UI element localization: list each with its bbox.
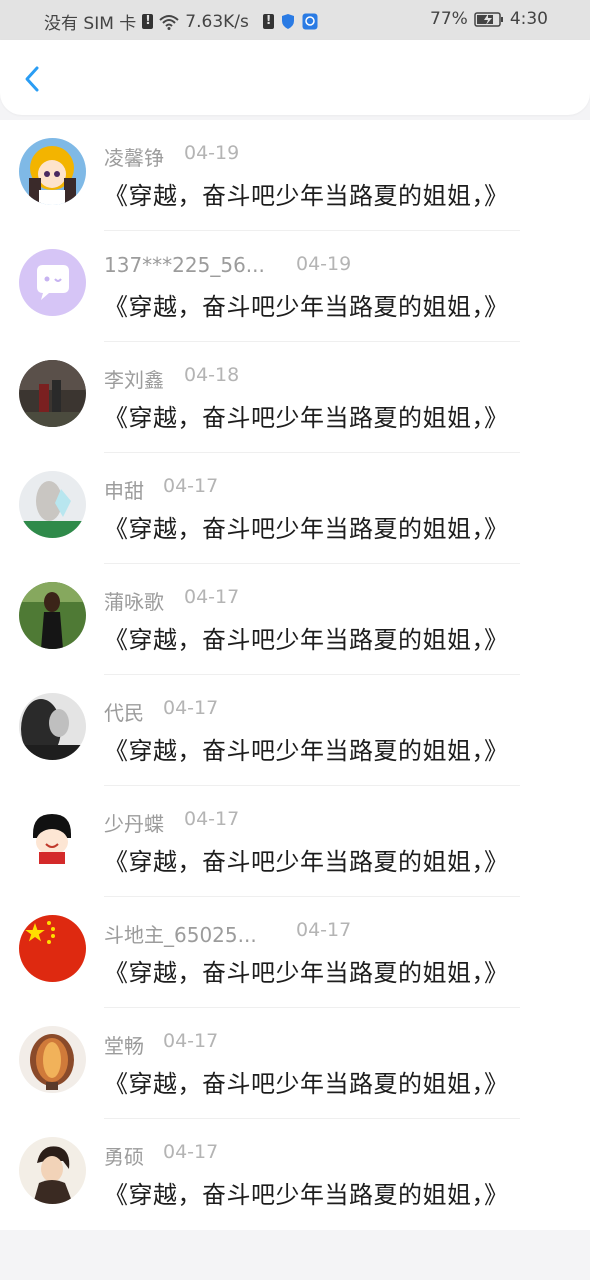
comment-date: 04-17	[184, 586, 240, 608]
avatar[interactable]	[19, 249, 86, 316]
commenter-name[interactable]: 蒲咏歌	[104, 586, 164, 615]
comment-date: 04-17	[163, 1030, 219, 1052]
comment-date: 04-17	[163, 697, 219, 719]
comment-text: 《穿越，奋斗吧少年当路夏的姐姐，》	[104, 626, 509, 654]
comment-list: 凌馨铮 04-19 《穿越，奋斗吧少年当路夏的姐姐，》 137***225_56…	[0, 120, 590, 1230]
commenter-name[interactable]: 申甜	[104, 475, 144, 504]
avatar[interactable]	[19, 138, 86, 205]
wifi-icon	[159, 14, 179, 30]
list-item[interactable]: 凌馨铮 04-19 《穿越，奋斗吧少年当路夏的姐姐，》	[0, 120, 590, 231]
comment-date: 04-19	[184, 142, 240, 164]
comment-date: 04-18	[184, 364, 240, 386]
photo-avatar-icon	[19, 693, 86, 760]
avatar[interactable]	[19, 582, 86, 649]
avatar[interactable]	[19, 1026, 86, 1093]
comment-text: 《穿越，奋斗吧少年当路夏的姐姐，》	[104, 515, 509, 543]
carrier-label: 没有 SIM 卡	[44, 14, 137, 34]
commenter-name[interactable]: 斗地主_65025...	[104, 919, 257, 948]
photo-avatar-icon	[19, 1026, 86, 1093]
list-item[interactable]: 李刘鑫 04-18 《穿越，奋斗吧少年当路夏的姐姐，》	[0, 342, 590, 453]
photo-avatar-icon	[19, 1137, 86, 1204]
comment-text: 《穿越，奋斗吧少年当路夏的姐姐，》	[104, 404, 509, 432]
cartoon-girl-avatar-icon	[19, 138, 86, 205]
avatar[interactable]	[19, 804, 86, 871]
clock: 4:30	[509, 9, 548, 29]
commenter-name[interactable]: 勇硕	[104, 1141, 144, 1170]
commenter-name[interactable]: 凌馨铮	[104, 142, 164, 171]
avatar[interactable]	[19, 471, 86, 538]
avatar[interactable]	[19, 915, 86, 982]
list-item[interactable]: 勇硕 04-17 《穿越，奋斗吧少年当路夏的姐姐，》	[0, 1119, 590, 1230]
list-item[interactable]: 申甜 04-17 《穿越，奋斗吧少年当路夏的姐姐，》	[0, 453, 590, 564]
avatar[interactable]	[19, 1137, 86, 1204]
photo-avatar-icon	[19, 471, 86, 538]
comment-text: 《穿越，奋斗吧少年当路夏的姐姐，》	[104, 737, 509, 765]
commenter-name[interactable]: 李刘鑫	[104, 364, 164, 393]
avatar[interactable]	[19, 693, 86, 760]
list-item[interactable]: 堂畅 04-17 《穿越，奋斗吧少年当路夏的姐姐，》	[0, 1008, 590, 1119]
list-item[interactable]: 蒲咏歌 04-17 《穿越，奋斗吧少年当路夏的姐姐，》	[0, 564, 590, 675]
avatar[interactable]	[19, 360, 86, 427]
status-right: 77% 4:30	[430, 9, 548, 29]
comment-text: 《穿越，奋斗吧少年当路夏的姐姐，》	[104, 1070, 509, 1098]
comment-text: 《穿越，奋斗吧少年当路夏的姐姐，》	[104, 959, 509, 987]
security-app-icon	[302, 13, 318, 30]
commenter-name[interactable]: 堂畅	[104, 1030, 144, 1059]
list-item[interactable]: 137***225_56... 04-19 《穿越，奋斗吧少年当路夏的姐姐，》	[0, 231, 590, 342]
list-item[interactable]: 斗地主_65025... 04-17 《穿越，奋斗吧少年当路夏的姐姐，》	[0, 897, 590, 1008]
comment-date: 04-17	[296, 919, 352, 941]
list-item[interactable]: 少丹蝶 04-17 《穿越，奋斗吧少年当路夏的姐姐，》	[0, 786, 590, 897]
back-button[interactable]	[18, 62, 48, 96]
comment-date: 04-17	[163, 1141, 219, 1163]
top-bar	[0, 40, 590, 115]
comment-date: 04-19	[296, 253, 352, 275]
sim-alert-icon	[142, 13, 154, 29]
network-speed: 7.63K/s	[185, 11, 249, 32]
default-chat-avatar-icon	[19, 249, 86, 316]
comment-text: 《穿越，奋斗吧少年当路夏的姐姐，》	[104, 293, 509, 321]
comment-date: 04-17	[163, 475, 219, 497]
battery-percent: 77%	[430, 9, 468, 29]
china-flag-icon	[19, 915, 86, 982]
battery-charging-icon	[474, 11, 503, 27]
notification-alert-icon	[262, 13, 274, 29]
status-left: 没有 SIM 卡 7.63K/s	[44, 9, 318, 34]
list-item[interactable]: 代民 04-17 《穿越，奋斗吧少年当路夏的姐姐，》	[0, 675, 590, 786]
comment-date: 04-17	[184, 808, 240, 830]
chevron-left-icon	[25, 66, 39, 92]
photo-avatar-icon	[19, 582, 86, 649]
commenter-name[interactable]: 代民	[104, 697, 144, 726]
shield-icon	[281, 14, 294, 29]
comment-text: 《穿越，奋斗吧少年当路夏的姐姐，》	[104, 848, 509, 876]
commenter-name[interactable]: 137***225_56...	[104, 253, 265, 277]
comment-text: 《穿越，奋斗吧少年当路夏的姐姐，》	[104, 182, 509, 210]
photo-avatar-icon	[19, 360, 86, 427]
commenter-name[interactable]: 少丹蝶	[104, 808, 164, 837]
comment-text: 《穿越，奋斗吧少年当路夏的姐姐，》	[104, 1181, 509, 1209]
status-bar: 没有 SIM 卡 7.63K/s 77% 4:30	[0, 0, 590, 40]
cartoon-avatar-icon	[19, 804, 86, 871]
